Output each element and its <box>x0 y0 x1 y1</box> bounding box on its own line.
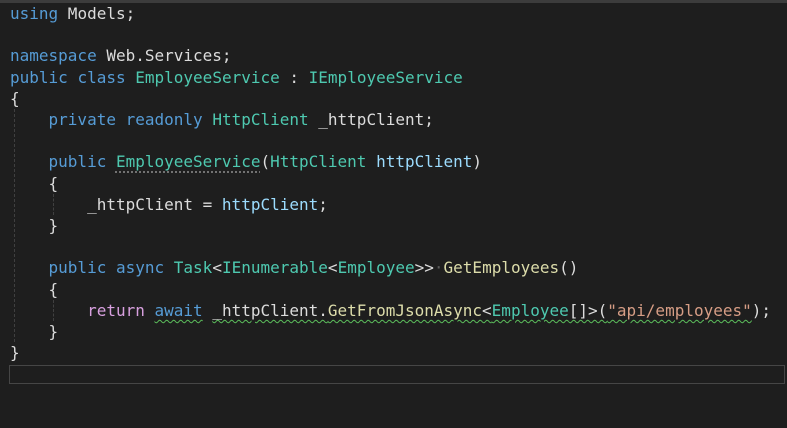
code-token: readonly <box>125 110 203 129</box>
code-token: Models; <box>58 4 136 23</box>
code-token: < <box>212 258 222 278</box>
code-token: private <box>48 110 116 129</box>
code-token: _httpClient = <box>10 194 222 214</box>
code-editor[interactable]: using Models; namespace Web.Services; publ… <box>0 0 787 428</box>
code-token: · <box>433 258 444 278</box>
code-line[interactable]: using Models; <box>10 3 135 24</box>
code-token: } <box>10 343 20 363</box>
code-line[interactable]: { <box>10 173 59 194</box>
code-token: ( <box>260 152 271 172</box>
code-token: EmployeeService <box>115 152 261 172</box>
code-token: IEnumerable <box>221 258 328 278</box>
code-token: httpClient <box>376 152 473 172</box>
code-token: { <box>10 88 20 108</box>
code-line[interactable]: _httpClient = httpClient; <box>10 194 328 215</box>
code-token: Employee <box>491 300 569 320</box>
code-token: "api/employees" <box>607 300 752 320</box>
code-token: HttpClient <box>212 110 309 129</box>
code-token: : <box>279 67 309 87</box>
code-token: _httpClient. <box>212 300 328 320</box>
code-token: EmployeeService <box>135 67 280 87</box>
code-token: Employee <box>337 258 415 278</box>
code-line[interactable]: namespace Web.Services; <box>10 45 232 66</box>
code-token: Web.Services; <box>96 46 232 66</box>
code-token: { <box>10 279 59 299</box>
code-token: () <box>559 258 579 278</box>
code-line[interactable]: { <box>10 279 59 300</box>
code-line[interactable]: } <box>10 321 59 342</box>
code-token: HttpClient <box>270 152 367 172</box>
code-token: GetFromJsonAsync <box>327 300 483 320</box>
code-line[interactable]: public class EmployeeService : IEmployee… <box>10 67 463 88</box>
code-token: ); <box>751 300 772 320</box>
code-token: public <box>10 67 68 87</box>
current-line-highlight <box>9 365 785 384</box>
code-token: return <box>87 300 145 320</box>
code-line[interactable]: private readonly HttpClient _httpClient; <box>10 109 434 130</box>
code-line[interactable]: return await _httpClient.GetFromJsonAsyn… <box>10 300 771 321</box>
code-line[interactable]: } <box>10 342 20 363</box>
code-token: >> <box>414 258 434 278</box>
code-token: public <box>48 152 107 172</box>
code-token: GetEmployees <box>443 258 560 278</box>
code-token: { <box>10 173 59 193</box>
code-token: []>( <box>568 300 608 320</box>
code-token: ; <box>318 194 328 214</box>
code-token: await <box>154 300 203 320</box>
code-line[interactable]: { <box>10 88 20 109</box>
code-token: namespace <box>10 46 97 66</box>
code-token: IEmployeeService <box>308 67 463 87</box>
code-token: } <box>10 216 59 235</box>
code-token: ) <box>472 152 483 172</box>
code-token: < <box>482 300 492 320</box>
code-token: using <box>10 4 59 23</box>
code-line[interactable]: public EmployeeService(HttpClient httpCl… <box>10 151 483 172</box>
code-token: class <box>77 67 126 87</box>
code-token: public <box>48 258 107 278</box>
code-token: httpClient <box>221 194 319 214</box>
code-line[interactable]: } <box>10 215 59 236</box>
code-token: < <box>327 258 338 278</box>
code-token: Task <box>173 258 213 278</box>
code-token: _httpClient; <box>308 110 434 129</box>
code-token: async <box>115 258 165 278</box>
code-line[interactable]: public async Task<IEnumerable<Employee>>… <box>10 257 579 278</box>
code-token: } <box>10 322 59 341</box>
